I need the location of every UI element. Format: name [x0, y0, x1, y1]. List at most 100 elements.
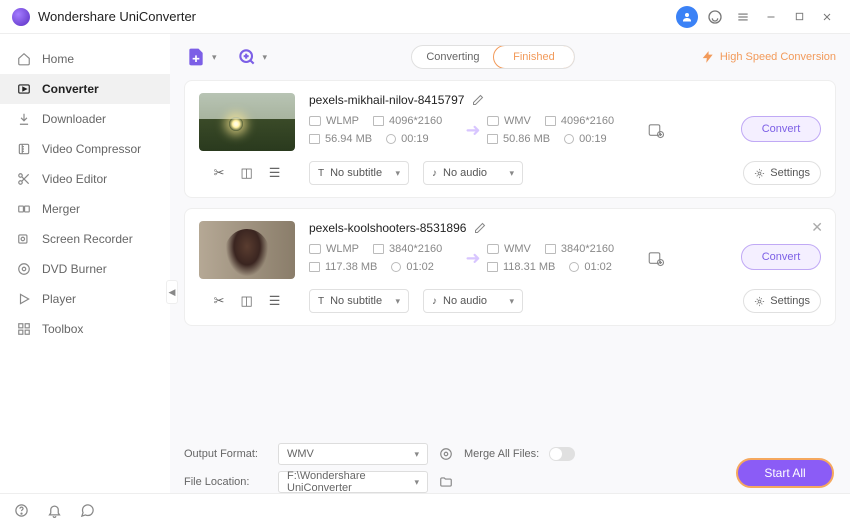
- sidebar-item-editor[interactable]: Video Editor: [0, 164, 170, 194]
- target-duration: 00:19: [564, 133, 607, 145]
- play-overlay-icon: [234, 237, 260, 263]
- gear-icon: [754, 168, 765, 179]
- output-settings-icon[interactable]: [645, 247, 667, 269]
- feedback-icon[interactable]: [80, 503, 95, 518]
- source-size: 117.38 MB: [309, 261, 377, 273]
- add-url-button[interactable]: [235, 45, 259, 69]
- target-size: 50.86 MB: [487, 133, 550, 145]
- merge-icon: [16, 201, 32, 217]
- sidebar-item-downloader[interactable]: Downloader: [0, 104, 170, 134]
- bolt-icon: [701, 50, 715, 64]
- file-card: pexels-mikhail-nilov-8415797 WLMP 4096*2…: [184, 80, 836, 198]
- play-icon: [16, 291, 32, 307]
- add-url-chevron-icon[interactable]: ▾: [263, 52, 268, 63]
- sidebar-item-toolbox[interactable]: Toolbox: [0, 314, 170, 344]
- edit-name-icon[interactable]: [472, 94, 484, 106]
- settings-button[interactable]: Settings: [743, 161, 821, 185]
- source-size: 56.94 MB: [309, 133, 372, 145]
- crop-icon[interactable]: ◫: [240, 293, 252, 309]
- sidebar-item-label: Player: [42, 292, 76, 306]
- sidebar-item-player[interactable]: Player: [0, 284, 170, 314]
- add-file-chevron-icon[interactable]: ▾: [212, 52, 217, 63]
- audio-dropdown[interactable]: ♪No audio▾: [423, 289, 523, 313]
- disc-icon: [16, 261, 32, 277]
- effects-icon[interactable]: ☰: [269, 165, 281, 181]
- tab-finished[interactable]: Finished: [493, 45, 575, 69]
- status-tabs: Converting Finished: [411, 45, 575, 69]
- subtitle-dropdown[interactable]: TNo subtitle▾: [309, 289, 409, 313]
- source-resolution: 4096*2160: [373, 115, 442, 127]
- remove-file-icon[interactable]: ✕: [811, 219, 823, 236]
- merge-toggle[interactable]: [549, 447, 575, 461]
- arrow-icon: ➜: [459, 248, 487, 269]
- help-icon[interactable]: [14, 503, 29, 518]
- sidebar-item-label: Converter: [42, 82, 99, 96]
- grid-icon: [16, 321, 32, 337]
- source-format: WLMP: [309, 115, 359, 127]
- sidebar-item-merger[interactable]: Merger: [0, 194, 170, 224]
- app-logo-icon: [12, 8, 30, 26]
- high-speed-link[interactable]: High Speed Conversion: [701, 50, 836, 64]
- settings-button[interactable]: Settings: [743, 289, 821, 313]
- sidebar-item-compressor[interactable]: Video Compressor: [0, 134, 170, 164]
- edit-name-icon[interactable]: [474, 222, 486, 234]
- home-icon: [16, 51, 32, 67]
- open-folder-icon[interactable]: [438, 474, 454, 490]
- app-title: Wondershare UniConverter: [38, 9, 196, 24]
- notifications-icon[interactable]: [47, 503, 62, 518]
- source-format: WLMP: [309, 243, 359, 255]
- convert-button[interactable]: Convert: [741, 116, 821, 142]
- sidebar-item-label: Merger: [42, 202, 80, 216]
- close-button[interactable]: [816, 6, 838, 28]
- file-card: ✕ pexels-koolshooters-8531896 WLMP 3840*…: [184, 208, 836, 326]
- collapse-sidebar-button[interactable]: ◀: [166, 280, 178, 304]
- target-duration: 01:02: [569, 261, 612, 273]
- sidebar-item-converter[interactable]: Converter: [0, 74, 170, 104]
- tab-converting[interactable]: Converting: [412, 46, 494, 68]
- sidebar-item-dvd[interactable]: DVD Burner: [0, 254, 170, 284]
- trim-icon[interactable]: ✂: [214, 293, 225, 309]
- support-icon[interactable]: [704, 6, 726, 28]
- user-avatar[interactable]: [676, 6, 698, 28]
- sidebar-item-label: Toolbox: [42, 322, 83, 336]
- target-resolution: 3840*2160: [545, 243, 614, 255]
- subtitle-dropdown[interactable]: TNo subtitle▾: [309, 161, 409, 185]
- sidebar-item-label: Home: [42, 52, 74, 66]
- convert-button[interactable]: Convert: [741, 244, 821, 270]
- output-settings-icon[interactable]: [645, 119, 667, 141]
- target-format: WMV: [487, 115, 531, 127]
- minimize-button[interactable]: [760, 6, 782, 28]
- sidebar-item-home[interactable]: Home: [0, 44, 170, 74]
- menu-icon[interactable]: [732, 6, 754, 28]
- video-thumbnail[interactable]: [199, 93, 295, 151]
- footer-bar: [0, 493, 850, 527]
- target-size: 118.31 MB: [487, 261, 555, 273]
- crop-icon[interactable]: ◫: [240, 165, 252, 181]
- recorder-icon: [16, 231, 32, 247]
- sidebar-item-label: Downloader: [42, 112, 106, 126]
- sidebar-item-label: Video Compressor: [42, 142, 141, 156]
- sidebar-item-label: DVD Burner: [42, 262, 107, 276]
- sidebar-item-recorder[interactable]: Screen Recorder: [0, 224, 170, 254]
- target-resolution: 4096*2160: [545, 115, 614, 127]
- video-thumbnail[interactable]: [199, 221, 295, 279]
- audio-dropdown[interactable]: ♪No audio▾: [423, 161, 523, 185]
- file-location-dropdown[interactable]: F:\Wondershare UniConverter▾: [278, 471, 428, 493]
- compress-icon: [16, 141, 32, 157]
- converter-icon: [16, 81, 32, 97]
- toolbar: ▾ ▾ Converting Finished High Speed Conve…: [184, 34, 836, 80]
- add-file-button[interactable]: [184, 45, 208, 69]
- effects-icon[interactable]: ☰: [269, 293, 281, 309]
- file-name: pexels-mikhail-nilov-8415797: [309, 93, 464, 107]
- target-format: WMV: [487, 243, 531, 255]
- trim-icon[interactable]: ✂: [214, 165, 225, 181]
- start-all-button[interactable]: Start All: [736, 458, 834, 488]
- source-duration: 01:02: [391, 261, 434, 273]
- maximize-button[interactable]: [788, 6, 810, 28]
- file-name: pexels-koolshooters-8531896: [309, 221, 466, 235]
- output-format-dropdown[interactable]: WMV▾: [278, 443, 428, 465]
- sidebar: Home Converter Downloader Video Compress…: [0, 34, 170, 493]
- file-location-label: File Location:: [184, 476, 268, 488]
- output-format-label: Output Format:: [184, 448, 268, 460]
- format-settings-icon[interactable]: [438, 446, 454, 462]
